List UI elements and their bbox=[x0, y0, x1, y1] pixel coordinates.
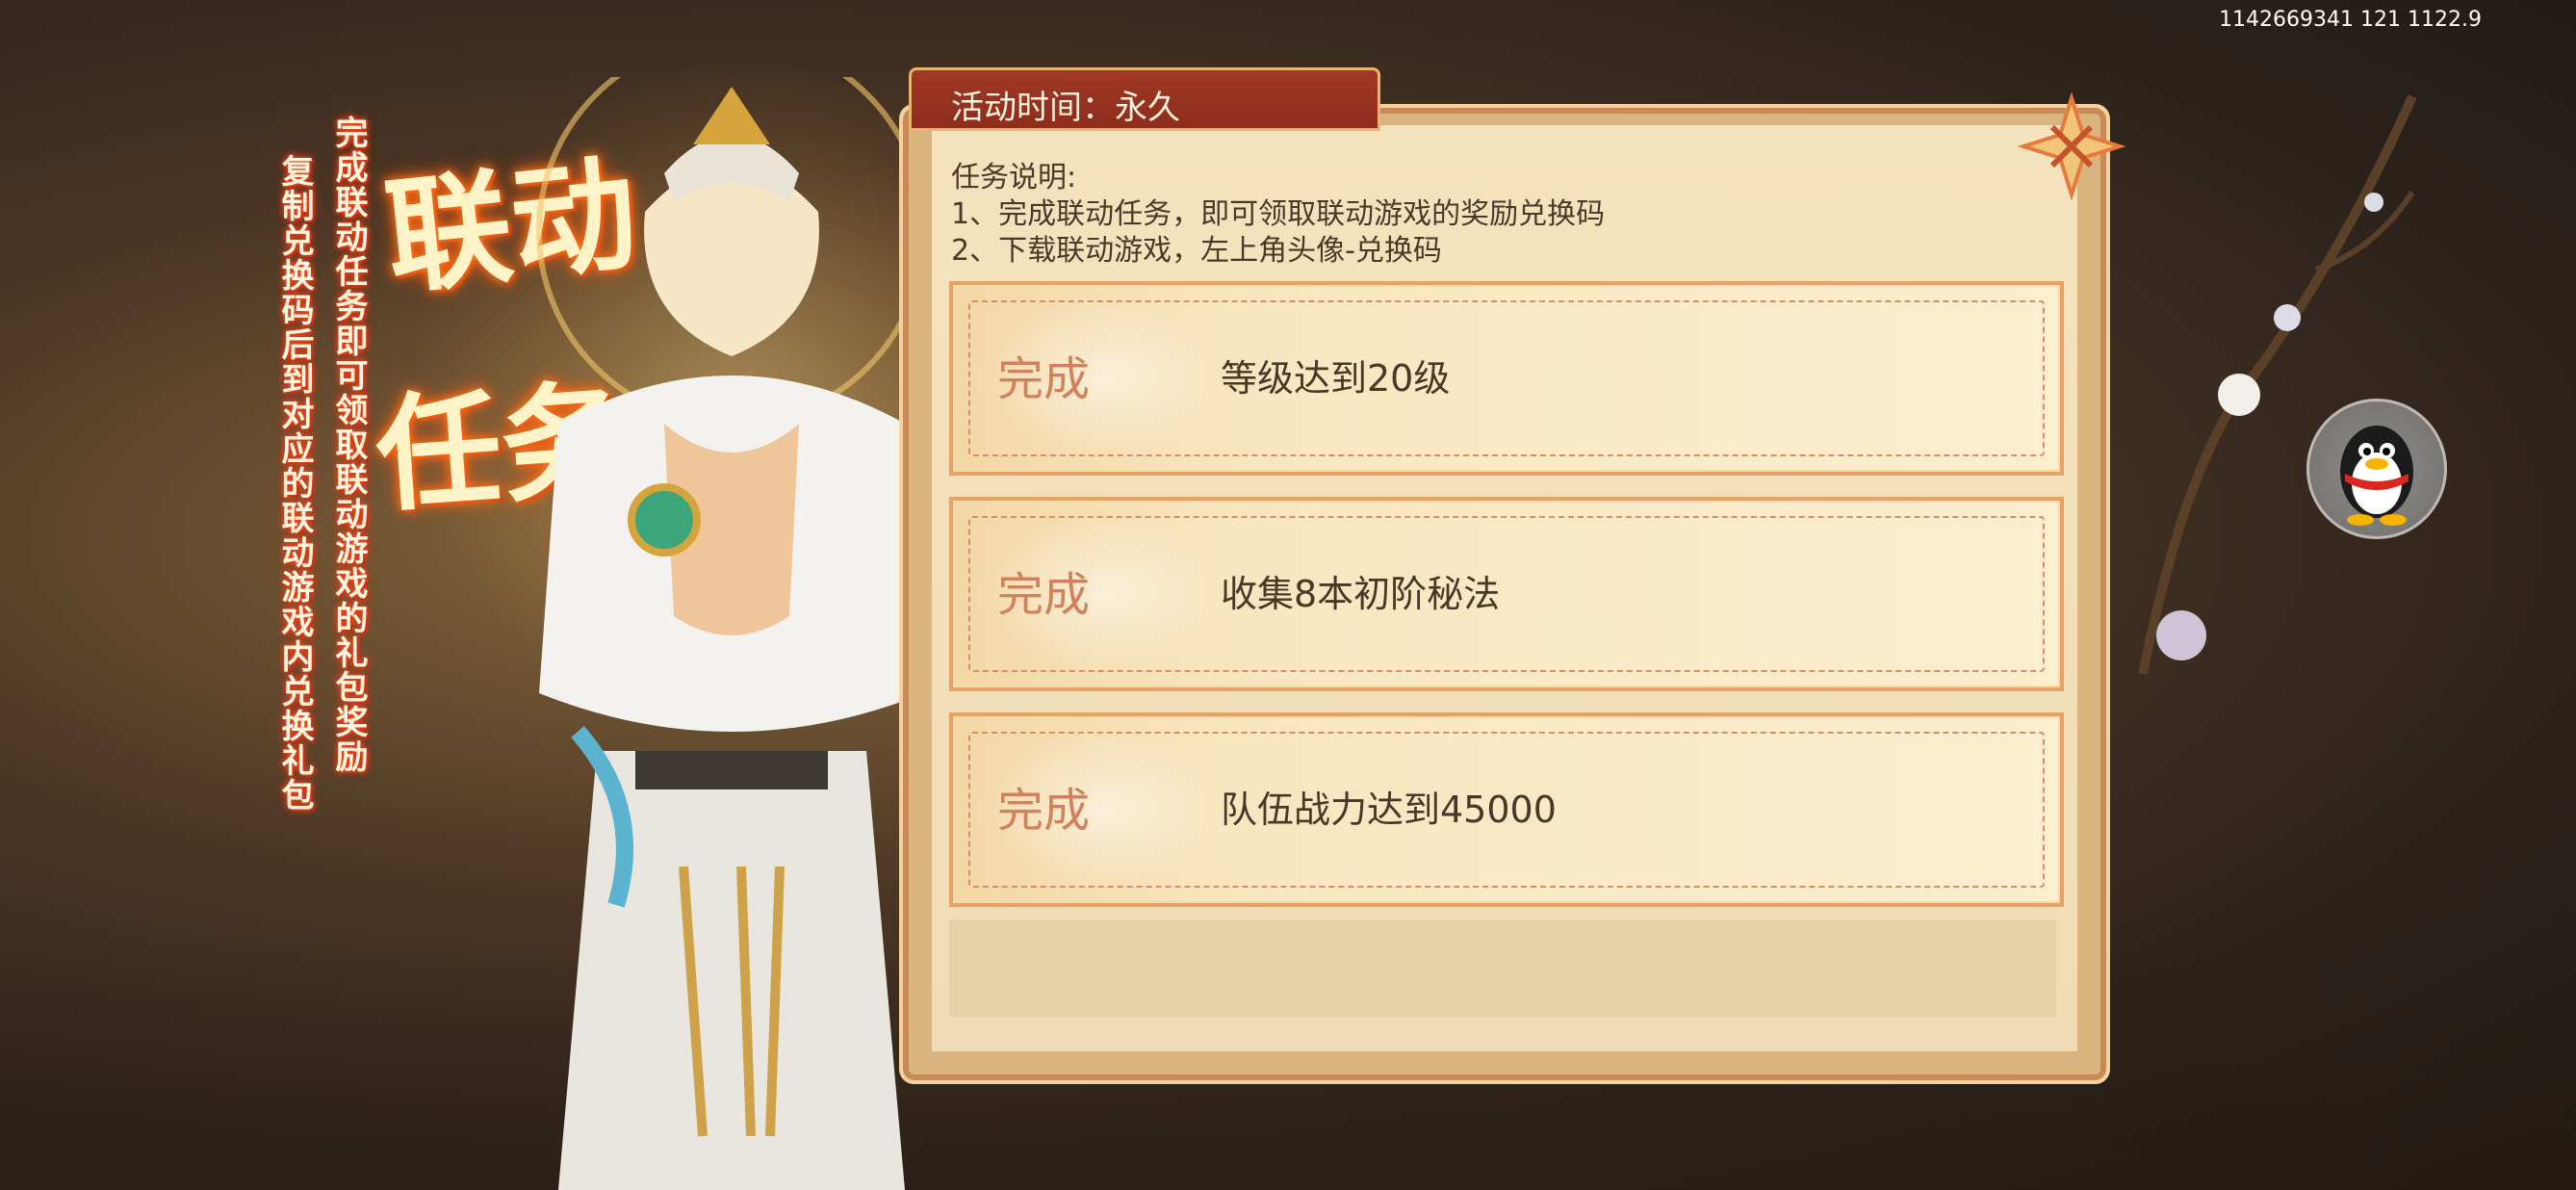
task-item[interactable]: 完成 等级达到20级 bbox=[949, 281, 2064, 476]
qq-share-button[interactable] bbox=[2306, 399, 2447, 539]
task-dashed-border bbox=[968, 300, 2045, 456]
task-status: 完成 bbox=[997, 784, 1091, 838]
activity-time-label: 活动时间：永久 bbox=[951, 89, 1180, 127]
close-icon[interactable] bbox=[2014, 89, 2129, 204]
task-description: 任务说明: 1、完成联动任务，即可领取联动游戏的奖励兑换码 2、下载联动游戏，左… bbox=[951, 160, 1605, 270]
task-item[interactable]: 完成 队伍战力达到45000 bbox=[949, 712, 2064, 907]
task-dashed-border bbox=[968, 516, 2045, 672]
task-item[interactable]: 完成 收集8本初阶秘法 bbox=[949, 497, 2064, 691]
task-text: 等级达到20级 bbox=[1221, 357, 1451, 400]
task-status: 完成 bbox=[997, 352, 1091, 406]
task-list-empty-area bbox=[949, 920, 2056, 1017]
status-bar-text: 1142669341 121 1122.9 bbox=[2219, 8, 2482, 32]
activity-time-tab: 活动时间：永久 bbox=[909, 67, 1380, 131]
banner-subtitle-line1: 完成联动任务即可领取联动游戏的礼包奖励 bbox=[329, 116, 368, 774]
qq-penguin-icon bbox=[2340, 426, 2413, 526]
task-text: 收集8本初阶秘法 bbox=[1221, 573, 1501, 615]
character-illustration bbox=[536, 77, 927, 1190]
task-text: 队伍战力达到45000 bbox=[1221, 789, 1557, 831]
task-status: 完成 bbox=[997, 568, 1091, 622]
task-description-heading: 任务说明: bbox=[951, 161, 1077, 194]
task-description-line2: 2、下载联动游戏，左上角头像-兑换码 bbox=[951, 234, 1442, 268]
banner-subtitle-line2: 复制兑换码后到对应的联动游戏内兑换礼包 bbox=[275, 154, 314, 813]
task-description-line1: 1、完成联动任务，即可领取联动游戏的奖励兑换码 bbox=[951, 197, 1606, 231]
